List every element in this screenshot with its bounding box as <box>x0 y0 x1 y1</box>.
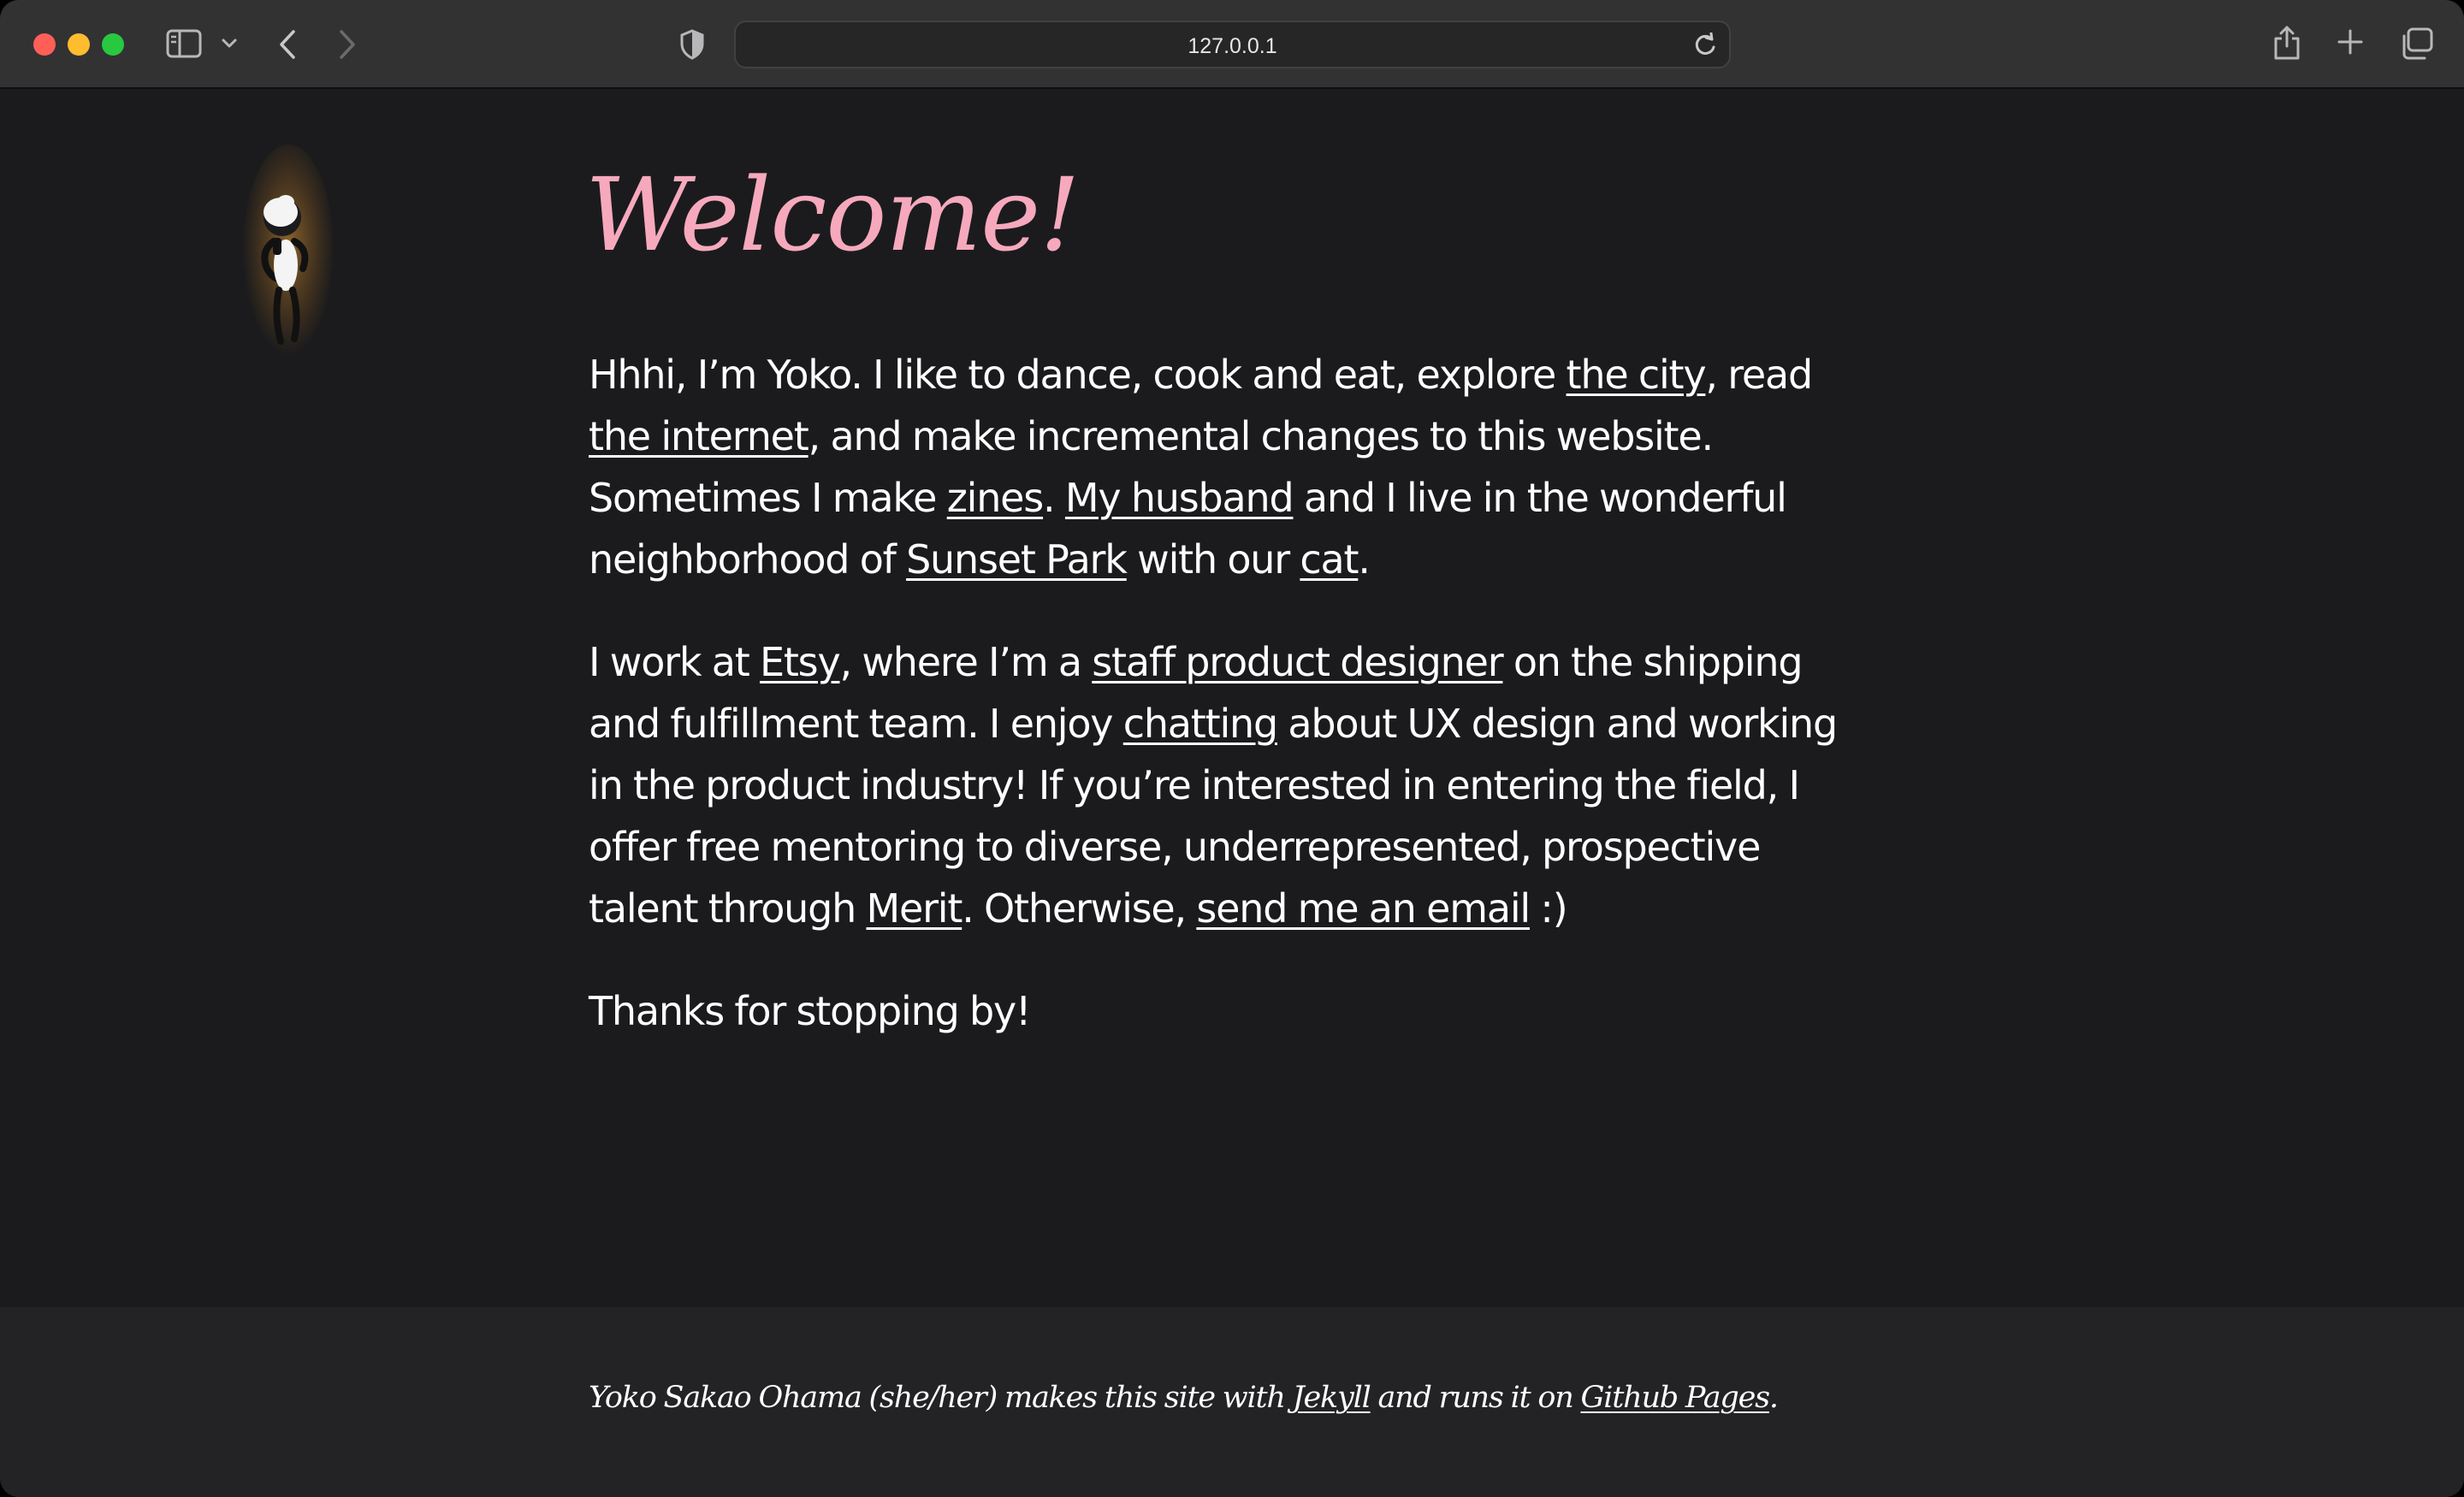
chevron-down-icon[interactable] <box>221 38 238 50</box>
my-husband-link[interactable]: My husband <box>1065 475 1294 521</box>
work-text: I work at <box>589 639 760 685</box>
jekyll-link[interactable]: Jekyll <box>1293 1381 1371 1415</box>
site-footer: Yoko Sakao Ohama (she/her) makes this si… <box>0 1307 2464 1497</box>
intro-text: , read <box>1705 352 1813 398</box>
staff-product-designer-link[interactable]: staff product designer <box>1092 639 1503 685</box>
intro-text: . <box>1358 536 1371 583</box>
browser-window: 127.0.0.1 Welcome! Hhhi, I’m Yoko. I lik… <box>0 0 2464 1497</box>
share-icon[interactable] <box>2272 24 2301 62</box>
intro-text: Hhhi, I’m Yoko. I like to dance, cook an… <box>589 352 1567 398</box>
sidebar-icon[interactable] <box>166 29 202 58</box>
intro-text: . <box>1043 475 1065 521</box>
send-email-link[interactable]: send me an email <box>1196 885 1531 932</box>
footer-credits: Yoko Sakao Ohama (she/her) makes this si… <box>589 1381 1779 1415</box>
work-text: , where I’m a <box>839 639 1093 685</box>
zines-link[interactable]: zines <box>947 475 1045 521</box>
minimize-window-button[interactable] <box>68 33 90 56</box>
intro-paragraph: Hhhi, I’m Yoko. I like to dance, cook an… <box>589 344 1872 590</box>
footer-text: . <box>1768 1381 1779 1415</box>
work-text: :) <box>1529 885 1567 932</box>
web-page: Welcome! Hhhi, I’m Yoko. I like to dance… <box>0 91 2464 1307</box>
work-text: . Otherwise, <box>962 885 1197 932</box>
main-content: Welcome! Hhhi, I’m Yoko. I like to dance… <box>585 151 1872 1042</box>
browser-toolbar: 127.0.0.1 <box>0 0 2464 89</box>
github-pages-link[interactable]: Github Pages <box>1580 1381 1770 1415</box>
forward-arrow-icon[interactable] <box>337 28 358 61</box>
merit-link[interactable]: Merit <box>866 885 962 932</box>
zoom-window-button[interactable] <box>102 33 124 56</box>
tabs-overview-icon[interactable] <box>2399 27 2433 60</box>
sunset-park-link[interactable]: Sunset Park <box>906 536 1128 583</box>
work-paragraph: I work at Etsy, where I’m a staff produc… <box>589 631 1872 939</box>
address-bar[interactable]: 127.0.0.1 <box>734 21 1731 68</box>
chatting-link[interactable]: chatting <box>1123 701 1278 747</box>
reload-icon[interactable] <box>1693 33 1717 58</box>
the-city-link[interactable]: the city <box>1567 352 1707 398</box>
the-internet-link[interactable]: the internet <box>589 413 809 459</box>
closing-paragraph: Thanks for stopping by! <box>589 988 1031 1034</box>
close-window-button[interactable] <box>33 33 56 56</box>
url-text: 127.0.0.1 <box>1188 34 1277 58</box>
page-heading: Welcome! <box>585 156 1081 274</box>
cat-link[interactable]: cat <box>1300 536 1359 583</box>
back-arrow-icon[interactable] <box>277 28 298 61</box>
dancing-figure-logo <box>241 140 335 380</box>
footer-text: Yoko Sakao Ohama (she/her) makes this si… <box>589 1381 1293 1415</box>
plus-icon[interactable] <box>2337 28 2364 56</box>
shield-icon[interactable] <box>679 29 705 60</box>
etsy-link[interactable]: Etsy <box>760 639 841 685</box>
footer-text: and runs it on <box>1370 1381 1581 1415</box>
intro-text: with our <box>1126 536 1300 583</box>
